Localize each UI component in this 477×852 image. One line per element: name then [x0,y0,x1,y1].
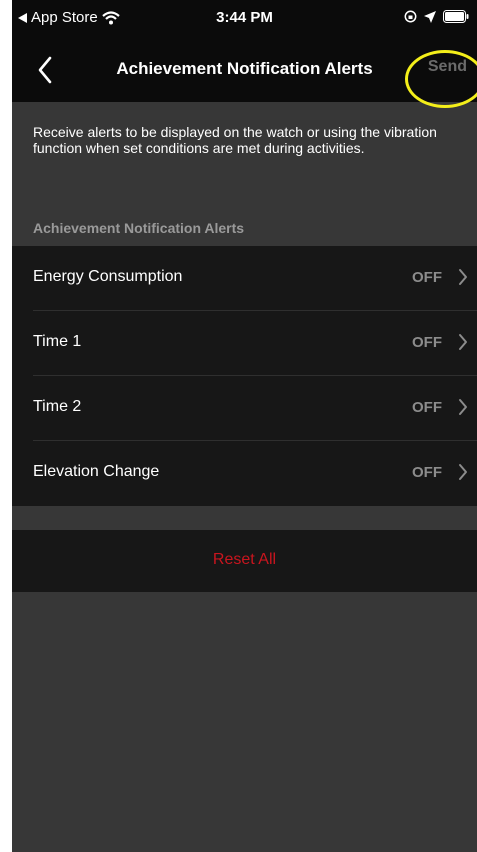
list-item-time-1[interactable]: Time 1 OFF [12,311,477,376]
chevron-right-icon [459,464,467,480]
battery-icon [443,10,469,23]
reset-all-label: Reset All [212,551,277,568]
description-text: Receive alerts to be displayed on the wa… [33,124,437,156]
list-item-time-2[interactable]: Time 2 OFF [12,376,477,441]
alerts-list: Energy Consumption OFF Time 1 OFF Time 2… [12,246,477,506]
item-label: Energy Consumption [33,268,183,285]
item-label: Time 2 [33,398,82,415]
phone-screen: App Store 3:44 PM Achievement Notificati… [12,0,477,852]
item-label: Time 1 [33,333,82,350]
list-item-energy-consumption[interactable]: Energy Consumption OFF [12,246,477,311]
status-bar: App Store 3:44 PM [12,0,477,38]
location-icon [424,10,436,23]
highlight-annotation [405,50,477,108]
chevron-right-icon [459,334,467,350]
status-icons [404,10,469,23]
navigation-bar: Achievement Notification Alerts Send [12,38,477,108]
reset-all-button[interactable]: Reset All [12,530,477,592]
section-header: Achievement Notification Alerts [33,220,245,236]
item-status-value: OFF [412,399,442,416]
item-status-value: OFF [412,269,442,286]
chevron-right-icon [459,269,467,285]
item-status-value: OFF [412,334,442,351]
chevron-right-icon [459,399,467,415]
orientation-lock-icon [404,10,417,23]
item-label: Elevation Change [33,463,160,480]
item-status-value: OFF [412,464,442,481]
list-item-elevation-change[interactable]: Elevation Change OFF [12,441,477,506]
